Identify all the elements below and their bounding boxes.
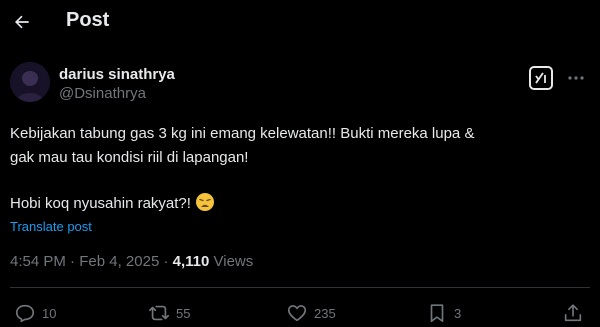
heart-icon <box>287 305 307 322</box>
more-options-button[interactable] <box>566 68 586 88</box>
share-button[interactable] <box>562 300 584 326</box>
grok-button[interactable] <box>529 66 553 90</box>
arrow-left-icon <box>15 15 29 29</box>
meta-separator: · <box>163 253 169 270</box>
bookmark-count: 3 <box>454 305 462 321</box>
author-handle[interactable]: @Dsinathrya <box>59 85 146 102</box>
author-display-name[interactable]: darius sinathrya <box>59 66 175 83</box>
back-button[interactable] <box>8 8 36 36</box>
post-text-span: Hobi koq nyusahin rakyat?! <box>10 195 191 212</box>
reply-count: 10 <box>42 305 57 321</box>
post-text-line: gak mau tau kondisi riil di lapangan! <box>10 149 249 166</box>
reply-icon <box>15 304 35 323</box>
like-count: 235 <box>314 305 336 321</box>
more-horizontal-icon <box>568 76 584 80</box>
bookmark-button[interactable]: 3 <box>426 300 461 326</box>
reply-button[interactable]: 10 <box>14 300 56 326</box>
translate-post-link[interactable]: Translate post <box>10 219 92 234</box>
post-action-bar: 10 55 235 3 <box>0 300 600 326</box>
grok-icon <box>535 72 546 84</box>
views-count: 4,110 <box>172 253 210 270</box>
divider <box>10 287 590 288</box>
meta-separator: · <box>70 253 76 270</box>
repost-count: 55 <box>176 305 191 321</box>
like-button[interactable]: 235 <box>286 300 336 326</box>
post-date[interactable]: Feb 4, 2025 <box>79 253 159 270</box>
share-icon <box>564 304 582 322</box>
bookmark-icon <box>430 304 444 323</box>
weary-face-emoji <box>195 192 215 220</box>
profile-avatar <box>10 62 50 102</box>
repost-button[interactable]: 55 <box>148 300 190 326</box>
post-time[interactable]: 4:54 PM <box>10 253 66 270</box>
views-label: Views <box>213 253 254 270</box>
page-title: Post <box>66 9 110 31</box>
post-metadata: 4:54 PM · Feb 4, 2025 · 4,110 Views <box>10 253 253 270</box>
post-body: Kebijakan tabung gas 3 kg ini emang kele… <box>10 122 570 220</box>
post-text-line: Hobi koq nyusahin rakyat?! <box>10 192 570 220</box>
avatar[interactable] <box>10 62 50 102</box>
post-header: Post <box>0 0 600 46</box>
post-text-line: Kebijakan tabung gas 3 kg ini emang kele… <box>10 125 475 142</box>
repost-icon <box>149 305 169 321</box>
